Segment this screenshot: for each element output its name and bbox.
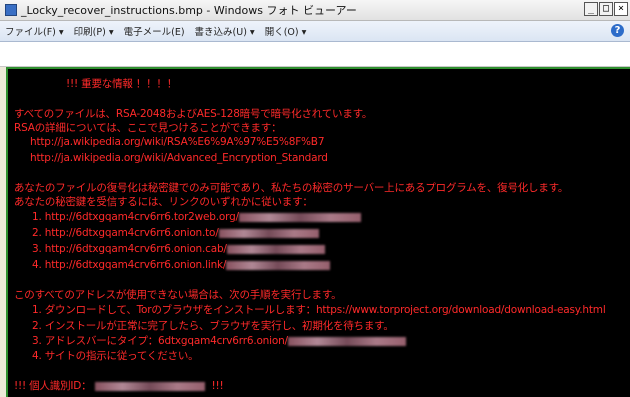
step-2: 2. インストールが正常に完了したら、ブラウザを実行し、初期化を待ちます。 [32,320,394,332]
close-button[interactable]: × [614,2,628,16]
wiki-link-rsa: http://ja.wikipedia.org/wiki/RSA%E6%9A%9… [30,136,325,148]
redacted-key [226,244,325,254]
redacted-key [226,260,331,270]
menu-bar: ファイル(F) ▾ 印刷(P) ▾ 電子メール(E) 書き込み(U) ▾ 開く(… [0,21,630,42]
menu-burn[interactable]: 書き込み(U) ▾ [190,24,260,38]
personal-id-line: !!! 個人識別ID：!!! [14,380,224,392]
note-paragraph-3: あなたのファイルの復号化は秘密鍵でのみ可能であり、私たちの秘密のサーバー上にある… [14,182,569,194]
title-bar: _Locky_recover_instructions.bmp - Window… [0,0,630,21]
server-link-2-text: 2. http://6dtxgqam4crv6rr6.onion.to/ [32,227,219,239]
server-link-2: 2. http://6dtxgqam4crv6rr6.onion.to/ [32,227,319,239]
menu-print[interactable]: 印刷(P) ▾ [69,24,119,38]
note-paragraph-4: あなたの秘密鍵を受信するには、リンクのいずれかに従います： [14,196,313,208]
photo-viewer-window: _Locky_recover_instructions.bmp - Window… [0,0,630,397]
step-3-text: 3. アドレスバーにタイプ：6dtxgqam4crv6rr6.onion/ [32,335,288,347]
server-link-3-text: 3. http://6dtxgqam4crv6rr6.onion.cab/ [32,243,227,255]
server-link-4-text: 4. http://6dtxgqam4crv6rr6.onion.link/ [32,259,227,271]
toolbar-strip [0,42,630,67]
wiki-link-aes: http://ja.wikipedia.org/wiki/Advanced_En… [30,152,328,164]
photo-viewer-icon [5,4,17,16]
window-title: _Locky_recover_instructions.bmp - Window… [21,4,357,17]
maximize-button[interactable]: □ [599,2,613,16]
note-paragraph-2: RSAの詳細については、ここで見つけることができます： [14,122,282,134]
step-4: 4. サイトの指示に従ってください。 [32,350,199,362]
help-icon[interactable]: ? [611,24,624,37]
note-paragraph-1: すべてのファイルは、RSA-2048およびAES-128暗号で暗号化されています… [14,108,373,120]
window-controls: _ □ × [583,2,628,16]
redacted-key [218,228,319,238]
minimize-button[interactable]: _ [584,2,598,16]
menu-file[interactable]: ファイル(F) ▾ [0,24,69,38]
redacted-key [238,212,361,222]
server-link-1: 1. http://6dtxgqam4crv6rr6.tor2web.org/ [32,211,361,223]
step-3: 3. アドレスバーにタイプ：6dtxgqam4crv6rr6.onion/ [32,335,406,347]
step-1: 1. ダウンロードして、Torのブラウザをインストールします：https://w… [32,304,606,316]
menu-email[interactable]: 電子メール(E) [119,24,190,38]
redacted-key [287,336,406,346]
menu-open[interactable]: 開く(O) ▾ [260,24,312,38]
server-link-3: 3. http://6dtxgqam4crv6rr6.onion.cab/ [32,243,325,255]
note-paragraph-5: このすべてのアドレスが使用できない場合は、次の手順を実行します。 [14,289,342,301]
server-link-1-text: 1. http://6dtxgqam4crv6rr6.tor2web.org/ [32,211,239,223]
note-heading: !!! 重要な情報 ！！！！ [66,78,178,90]
personal-id-suffix: !!! [211,380,224,392]
personal-id-label: !!! 個人識別ID： [14,380,92,392]
server-link-4: 4. http://6dtxgqam4crv6rr6.onion.link/ [32,259,331,271]
redacted-id [95,381,206,391]
